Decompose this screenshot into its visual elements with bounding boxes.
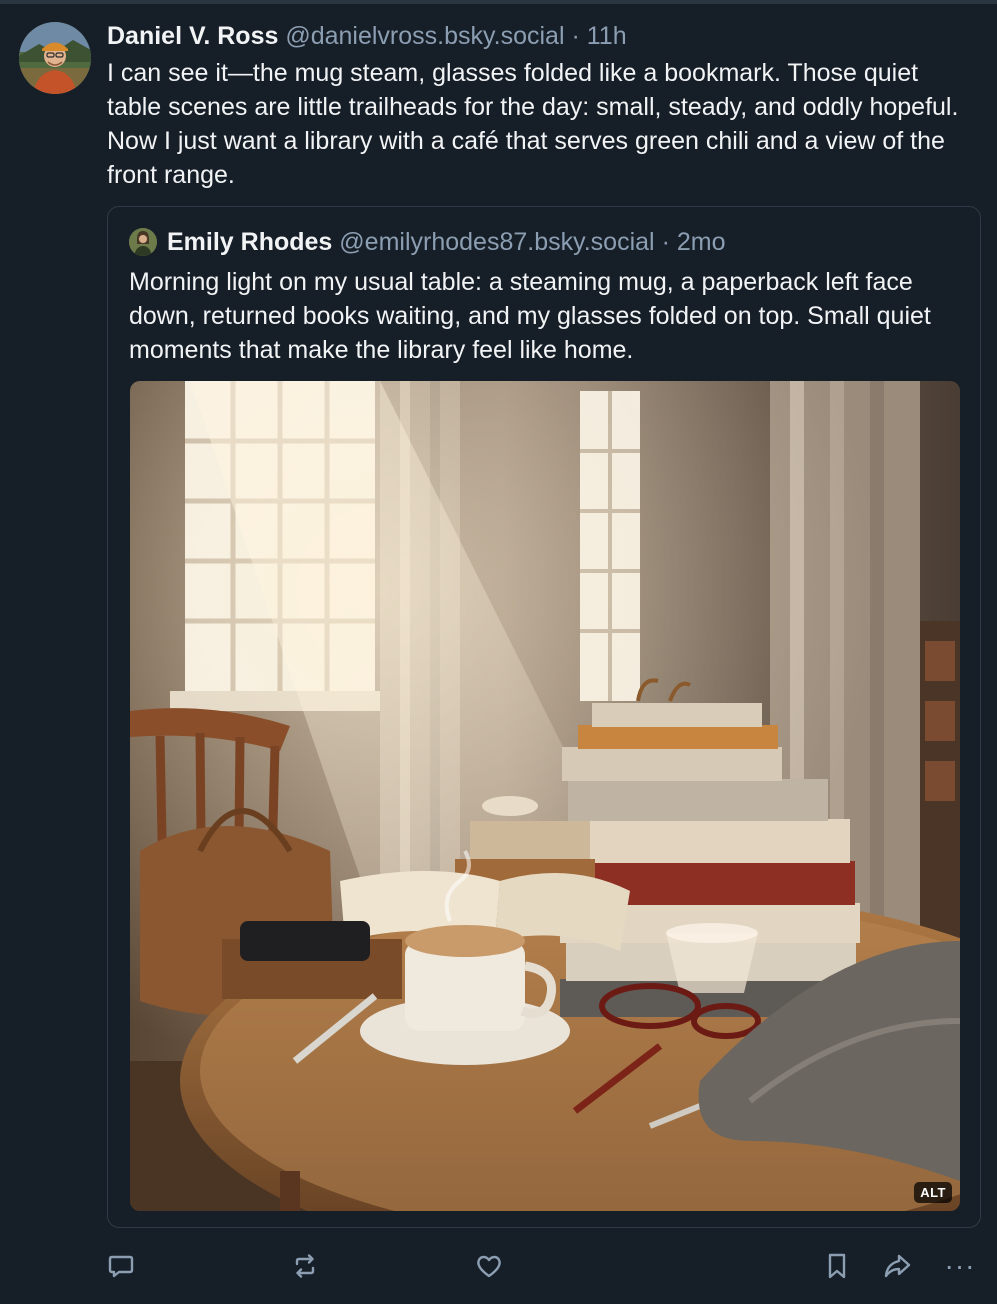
post-header: Daniel V. Ross @danielvross.bsky.social … (107, 19, 627, 53)
quoted-author-avatar[interactable] (129, 228, 157, 256)
quoted-author-name[interactable]: Emily Rhodes (167, 228, 332, 256)
quoted-post[interactable]: Emily Rhodes @emilyrhodes87.bsky.social … (107, 206, 981, 1228)
reply-button[interactable] (103, 1248, 139, 1284)
quoted-header-separator: · (661, 228, 670, 256)
post[interactable]: Daniel V. Ross @danielvross.bsky.social … (0, 4, 997, 1304)
author-avatar[interactable] (19, 22, 91, 94)
share-icon (882, 1251, 912, 1281)
bookmark-icon (822, 1251, 852, 1281)
reply-icon (106, 1251, 136, 1281)
repost-button[interactable] (287, 1248, 323, 1284)
quoted-post-text: Morning light on my usual table: a steam… (129, 268, 931, 364)
more-options-button[interactable]: ··· (940, 1248, 980, 1284)
bookmark-button[interactable] (819, 1248, 855, 1284)
post-text: I can see it—the mug steam, glasses fold… (107, 59, 959, 189)
author-handle[interactable]: @danielvross.bsky.social (285, 22, 564, 50)
quoted-post-timestamp[interactable]: 2mo (677, 228, 726, 256)
post-timestamp[interactable]: 11h (587, 22, 627, 50)
quoted-post-image[interactable]: ALT (130, 381, 960, 1211)
heart-icon (474, 1251, 504, 1281)
post-actions: ··· (0, 1248, 997, 1288)
repost-icon (290, 1251, 320, 1281)
quoted-post-header: Emily Rhodes @emilyrhodes87.bsky.social … (167, 225, 725, 259)
alt-text-badge[interactable]: ALT (914, 1182, 952, 1203)
like-button[interactable] (471, 1248, 507, 1284)
header-separator: · (571, 22, 580, 50)
author-name[interactable]: Daniel V. Ross (107, 22, 278, 50)
quoted-author-handle[interactable]: @emilyrhodes87.bsky.social (339, 228, 654, 256)
share-button[interactable] (879, 1248, 915, 1284)
